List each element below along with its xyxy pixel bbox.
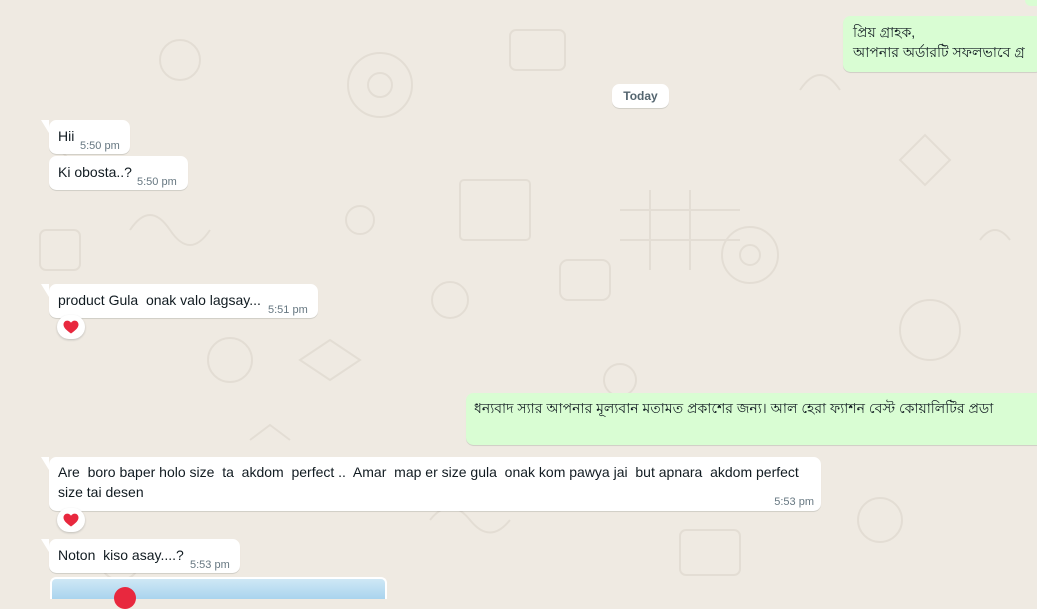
incoming-message[interactable]: product Gula onak valo lagsay... 5:51 pm (41, 284, 318, 318)
message-text-line: প্রিয় গ্রাহক, (853, 24, 916, 40)
message-text: Ki obosta..? (58, 164, 132, 180)
outgoing-message-order-confirmation[interactable]: প্রিয় গ্রাহক, আপনার অর্ডারটি সফলভাবে গ্… (843, 16, 1037, 72)
image-message-preview[interactable] (50, 577, 387, 609)
message-text: Noton kiso asay....? (58, 547, 184, 563)
date-divider: Today (612, 84, 669, 108)
incoming-message[interactable]: Ki obosta..? 5:50 pm (49, 156, 188, 190)
message-timestamp: 5:53 pm (190, 559, 230, 571)
outgoing-message-reply[interactable]: ধন্যবাদ স্যার আপনার মূল্যবান মতামত প্রকা… (466, 393, 1037, 445)
message-reaction[interactable] (57, 315, 85, 339)
message-timestamp: 5:53 pm (774, 496, 814, 508)
message-text-line: আপনার অর্ডারটি সফলভাবে গ্র (853, 44, 1025, 60)
message-text: product Gula onak valo lagsay... (58, 292, 261, 308)
image-shape (114, 587, 136, 609)
message-text: Are boro baper holo size ta akdom perfec… (58, 464, 803, 500)
message-timestamp: 5:51 pm (268, 304, 308, 316)
heart-icon (63, 513, 79, 527)
heart-icon (63, 320, 79, 334)
message-reaction[interactable] (57, 508, 85, 532)
message-text: Hii (58, 128, 75, 144)
message-text: ধন্যবাদ স্যার আপনার মূল্যবান মতামত প্রকা… (474, 400, 994, 416)
message-timestamp: 5:50 pm (137, 176, 177, 188)
message-timestamp: 5:50 pm (80, 140, 120, 152)
incoming-message[interactable]: Hii 5:50 pm (41, 120, 130, 154)
incoming-message[interactable]: Are boro baper holo size ta akdom perfec… (41, 457, 821, 511)
incoming-message[interactable]: Noton kiso asay....? 5:53 pm (41, 539, 240, 573)
